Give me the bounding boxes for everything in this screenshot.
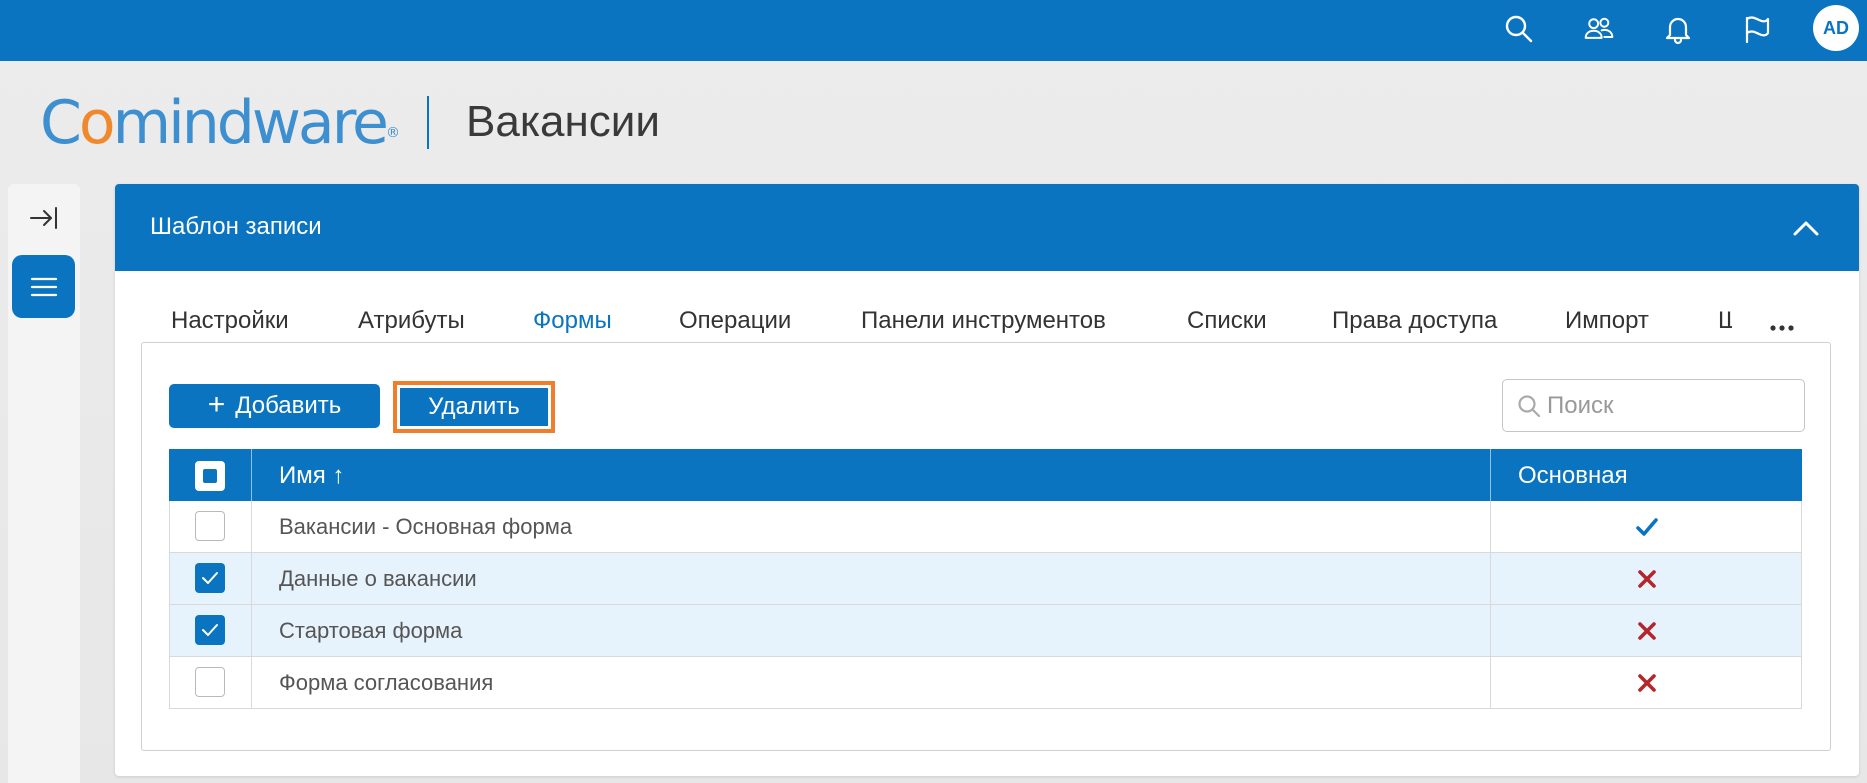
row-name[interactable]: Данные о вакансии (279, 566, 477, 592)
search-box (1502, 379, 1805, 432)
delete-button[interactable]: Удалить (400, 388, 548, 426)
header-separator (1490, 449, 1491, 501)
cross-icon (1634, 618, 1660, 644)
row-separator (1490, 553, 1491, 605)
row-separator (251, 501, 252, 553)
flag-icon[interactable] (1734, 6, 1780, 52)
row-name[interactable]: Стартовая форма (279, 618, 462, 644)
add-button[interactable]: + Добавить (169, 384, 380, 428)
row-checkbox[interactable] (195, 563, 225, 593)
search-input[interactable] (1547, 391, 1797, 420)
row-separator (251, 605, 252, 657)
chevron-up-icon[interactable] (1790, 212, 1822, 244)
tab-lists[interactable]: Списки (1187, 307, 1267, 335)
tab-attributes[interactable]: Атрибуты (358, 307, 465, 335)
add-button-label: Добавить (235, 392, 342, 419)
cross-icon (1634, 670, 1660, 696)
header-separator (251, 449, 252, 501)
bell-icon[interactable] (1655, 6, 1701, 52)
row-separator (1490, 605, 1491, 657)
menu-icon[interactable] (12, 255, 75, 318)
tab-access-rights[interactable]: Права доступа (1332, 307, 1497, 335)
panel-header (115, 184, 1859, 271)
row-name[interactable]: Вакансии - Основная форма (279, 514, 572, 540)
row-separator (251, 553, 252, 605)
row-checkbox[interactable] (195, 511, 225, 541)
row-separator (251, 657, 252, 709)
select-all-checkbox[interactable] (195, 461, 225, 491)
panel-title: Шаблон записи (150, 213, 322, 240)
tab-operations[interactable]: Операции (679, 307, 791, 335)
row-checkbox[interactable] (195, 615, 225, 645)
row-name[interactable]: Форма согласования (279, 670, 493, 696)
column-header-name[interactable]: Имя ↑ (279, 462, 344, 490)
check-icon (1634, 514, 1660, 540)
row-separator (1490, 501, 1491, 553)
tab-settings[interactable]: Настройки (171, 307, 289, 335)
row-checkbox[interactable] (195, 667, 225, 697)
row-separator (1490, 657, 1491, 709)
search-icon[interactable] (1496, 6, 1542, 52)
expand-sidebar-icon[interactable] (23, 200, 65, 236)
more-tabs-icon[interactable] (1768, 318, 1796, 338)
users-icon[interactable] (1576, 6, 1622, 52)
plus-icon: + (207, 387, 226, 421)
search-icon (1513, 390, 1545, 422)
page-title: Вакансии (466, 97, 660, 146)
cross-icon (1634, 566, 1660, 592)
tab-forms[interactable]: Формы (533, 307, 612, 335)
header-divider (427, 96, 429, 149)
user-avatar[interactable]: AD (1813, 5, 1859, 51)
comindware-logo: Comindware® (40, 88, 400, 158)
tab-toolbars[interactable]: Панели инструментов (861, 307, 1106, 335)
tab-import[interactable]: Импорт (1565, 307, 1649, 335)
column-header-main[interactable]: Основная (1518, 462, 1628, 490)
tab-truncated[interactable]: Ш (1718, 307, 1732, 335)
